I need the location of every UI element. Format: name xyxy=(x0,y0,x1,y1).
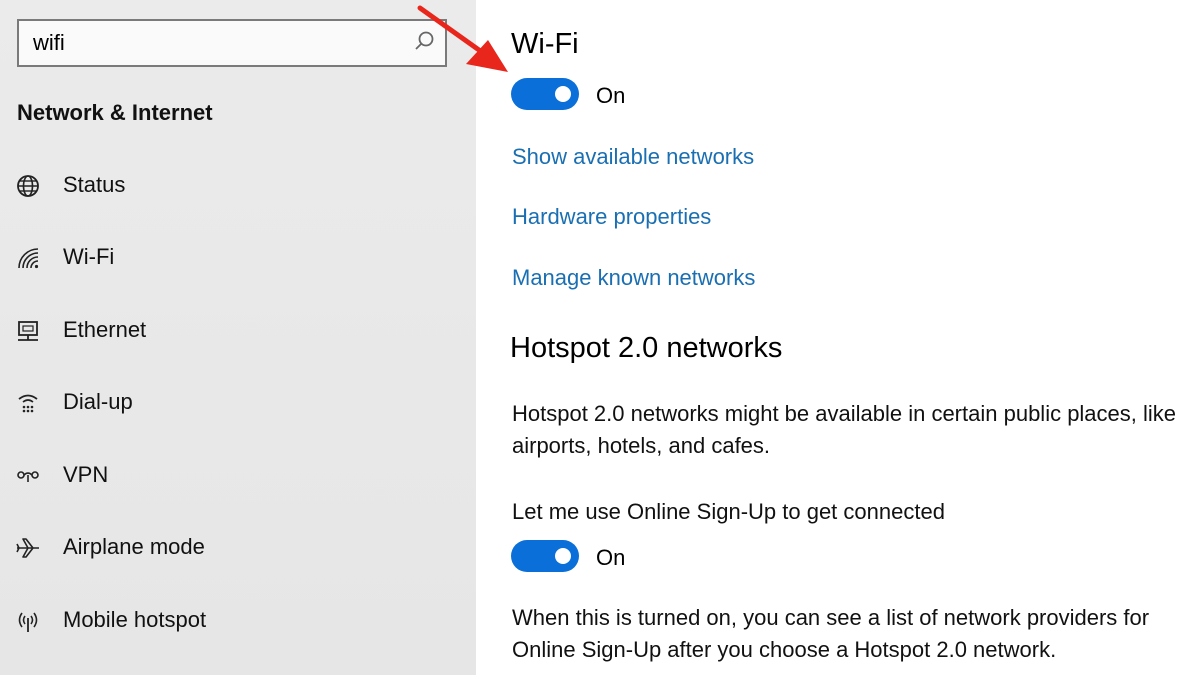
sidebar-item-wifi[interactable]: Wi-Fi xyxy=(0,230,476,286)
wifi-toggle-label: On xyxy=(596,83,626,108)
vpn-icon xyxy=(17,471,39,482)
sidebar-item-airplane-mode[interactable]: Airplane mode xyxy=(0,520,476,576)
search-input[interactable] xyxy=(19,21,413,65)
globe-icon xyxy=(17,175,39,197)
sidebar-item-label: Wi-Fi xyxy=(63,244,115,269)
sidebar-item-label: Ethernet xyxy=(63,317,147,342)
sidebar-item-label: VPN xyxy=(63,462,109,487)
ethernet-icon xyxy=(18,321,38,341)
sidebar-item-label: Mobile hotspot xyxy=(63,607,207,632)
sidebar-title: Network & Internet xyxy=(17,100,213,125)
dialup-icon xyxy=(18,394,38,413)
sidebar-item-label: Airplane mode xyxy=(63,534,205,559)
online-signup-toggle[interactable] xyxy=(511,540,579,572)
wifi-icon xyxy=(18,248,39,269)
hotspot-icon xyxy=(18,612,38,632)
online-signup-label: Let me use Online Sign-Up to get connect… xyxy=(512,499,945,524)
sidebar-item-vpn[interactable]: VPN xyxy=(0,448,476,504)
sidebar-item-dialup[interactable]: Dial-up xyxy=(0,375,476,431)
sidebar-item-mobile-hotspot[interactable]: Mobile hotspot xyxy=(0,593,476,649)
hardware-properties-link[interactable]: Hardware properties xyxy=(512,204,711,230)
search-box[interactable] xyxy=(17,19,447,67)
sidebar-item-label: Dial-up xyxy=(63,389,133,414)
online-signup-toggle-label: On xyxy=(596,545,626,570)
hotspot-description: Hotspot 2.0 networks might be available … xyxy=(512,401,1177,458)
manage-known-networks-link[interactable]: Manage known networks xyxy=(512,265,755,291)
sidebar: Network & Internet Status Wi-Fi Ethernet xyxy=(0,0,476,675)
online-signup-description: When this is turned on, you can see a li… xyxy=(512,605,1150,662)
toggle-knob xyxy=(555,86,571,102)
toggle-knob xyxy=(555,548,571,564)
main-content: Wi-Fi On Show available networks Hardwar… xyxy=(476,0,1200,675)
airplane-icon xyxy=(16,538,39,558)
sidebar-item-label: Status xyxy=(63,172,126,197)
sidebar-item-ethernet[interactable]: Ethernet xyxy=(0,303,476,359)
hotspot-section-title: Hotspot 2.0 networks xyxy=(510,332,783,364)
show-available-networks-link[interactable]: Show available networks xyxy=(512,144,754,170)
sidebar-item-status[interactable]: Status xyxy=(0,158,476,214)
annotation-arrow xyxy=(417,5,508,72)
